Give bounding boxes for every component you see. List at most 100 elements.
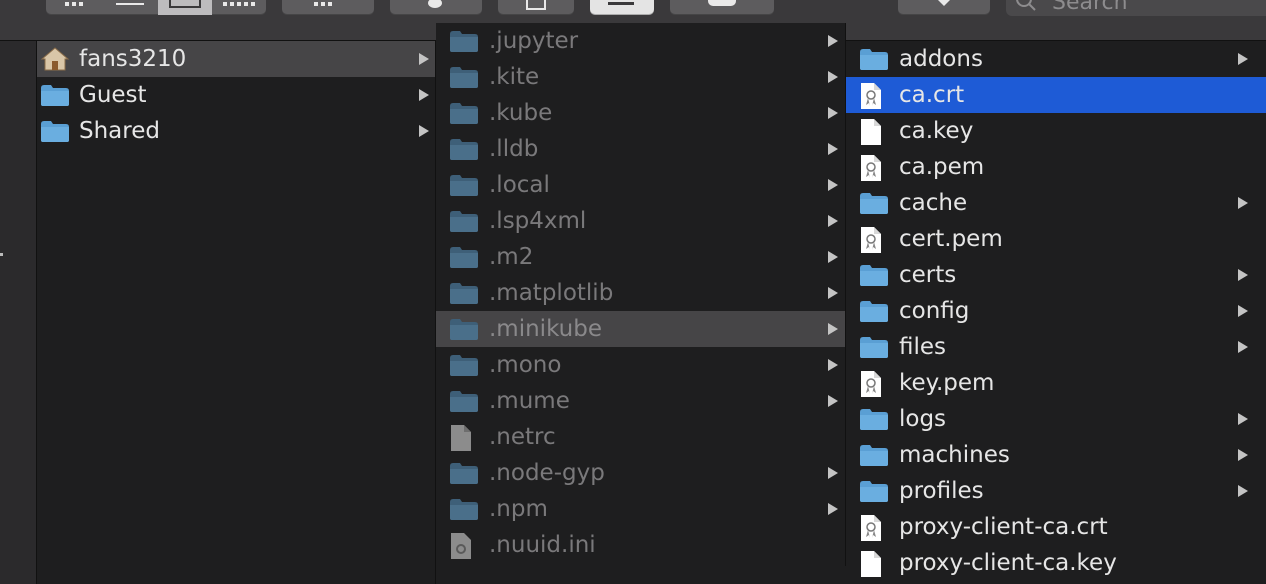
list-item[interactable]: Guest — [37, 77, 435, 113]
disclosure-arrow-icon — [1238, 269, 1248, 281]
list-item[interactable]: key.pem — [846, 365, 1266, 401]
list-item[interactable]: .local — [436, 167, 845, 203]
list-item[interactable]: machines — [846, 437, 1266, 473]
action-button[interactable] — [390, 0, 482, 15]
item-label: Guest — [79, 82, 147, 108]
folder-icon — [449, 460, 479, 490]
item-label: config — [899, 298, 970, 324]
disclosure-arrow-icon — [828, 107, 838, 119]
list-item[interactable]: cache — [846, 185, 1266, 221]
list-item[interactable]: .m2 — [436, 239, 845, 275]
list-item[interactable]: .node-gyp — [436, 455, 845, 491]
sidebar-edge[interactable] — [0, 41, 37, 584]
list-item[interactable]: fans3210 — [37, 41, 435, 77]
disclosure-arrow-icon — [1238, 53, 1248, 65]
list-item[interactable]: addons — [846, 41, 1266, 77]
share-button[interactable] — [498, 0, 574, 15]
finder-column-2[interactable]: .jupyter .kite .kube .lldb .local .lsp4xml .m2… — [436, 23, 846, 566]
column-view-button[interactable] — [158, 0, 212, 15]
list-item[interactable]: config — [846, 293, 1266, 329]
list-item[interactable]: ca.crt — [846, 77, 1266, 113]
item-label: Shared — [79, 118, 160, 144]
list-item[interactable]: .npm — [436, 491, 845, 527]
list-item[interactable]: ca.pem — [846, 149, 1266, 185]
folder-icon — [449, 172, 479, 202]
item-label: fans3210 — [79, 46, 187, 72]
sidebar-edge-mark — [0, 253, 3, 256]
disclosure-arrow-icon — [1238, 197, 1248, 209]
list-item[interactable]: proxy-client-ca.crt — [846, 509, 1266, 545]
item-label: machines — [899, 442, 1010, 468]
list-item[interactable]: Shared — [37, 113, 435, 149]
gallery-view-button[interactable] — [212, 0, 266, 15]
column-view-icon — [169, 0, 201, 8]
list-item[interactable]: .jupyter — [436, 23, 845, 59]
list-item[interactable]: .kube — [436, 95, 845, 131]
gear-icon — [428, 0, 442, 8]
list-item[interactable]: files — [846, 329, 1266, 365]
item-label: .kite — [489, 64, 540, 90]
folder-icon — [449, 136, 479, 166]
certificate-icon — [859, 154, 883, 186]
disclosure-arrow-icon — [1238, 341, 1248, 353]
folder-icon — [859, 406, 889, 436]
item-label: certs — [899, 262, 957, 288]
disclosure-arrow-icon — [828, 179, 838, 191]
folder-icon — [449, 28, 479, 58]
list-view-button[interactable] — [102, 0, 158, 15]
item-label: .kube — [489, 100, 553, 126]
disclosure-arrow-icon — [1238, 485, 1248, 497]
search-input[interactable]: Search — [1006, 0, 1266, 16]
list-item[interactable]: logs — [846, 401, 1266, 437]
tags-button[interactable] — [590, 0, 654, 15]
home-folder-icon — [40, 46, 70, 76]
list-item[interactable]: .kite — [436, 59, 845, 95]
group-button[interactable] — [282, 0, 374, 15]
list-item[interactable]: proxy-client-ca.key — [846, 545, 1266, 581]
list-item[interactable]: cert.pem — [846, 221, 1266, 257]
disclosure-arrow-icon — [828, 35, 838, 47]
disclosure-arrow-icon — [1238, 413, 1248, 425]
list-item[interactable]: .mono — [436, 347, 845, 383]
finder-column-1[interactable]: fans3210 Guest Shared — [37, 41, 436, 584]
item-label: profiles — [899, 478, 984, 504]
folder-icon — [449, 388, 479, 418]
document-icon — [859, 118, 883, 150]
disclosure-arrow-icon — [419, 53, 429, 65]
dropbox-button[interactable] — [898, 0, 990, 15]
folder-icon — [449, 280, 479, 310]
list-item[interactable]: profiles — [846, 473, 1266, 509]
item-label: ca.pem — [899, 154, 985, 180]
folder-icon — [449, 244, 479, 274]
list-item[interactable]: certs — [846, 257, 1266, 293]
list-item[interactable]: .minikube — [436, 311, 845, 347]
document-icon — [449, 424, 473, 456]
share-icon — [526, 0, 546, 10]
list-item[interactable]: ca.key — [846, 113, 1266, 149]
folder-icon — [449, 496, 479, 526]
folder-icon — [859, 478, 889, 508]
disclosure-arrow-icon — [1238, 449, 1248, 461]
item-label: .m2 — [489, 244, 534, 270]
list-item[interactable]: .netrc — [436, 419, 845, 455]
folder-icon — [859, 190, 889, 220]
folder-icon — [449, 316, 479, 346]
list-item[interactable]: .matplotlib — [436, 275, 845, 311]
item-label: .matplotlib — [489, 280, 614, 306]
settings-document-icon — [449, 532, 473, 564]
finder-column-3[interactable]: addons ca.crt ca.key ca.pem cache cert.pem cer… — [846, 41, 1266, 584]
gallery-view-icon — [223, 1, 255, 6]
item-label: cert.pem — [899, 226, 1003, 252]
list-item[interactable]: .nuuid.ini — [436, 527, 845, 563]
item-label: .netrc — [489, 424, 556, 450]
item-label: .npm — [489, 496, 548, 522]
icon-view-button[interactable] — [46, 0, 102, 15]
list-item[interactable]: .lldb — [436, 131, 845, 167]
preview-button[interactable] — [670, 0, 774, 15]
item-label: .local — [489, 172, 550, 198]
disclosure-arrow-icon — [828, 359, 838, 371]
folder-icon — [449, 64, 479, 94]
list-item[interactable]: .lsp4xml — [436, 203, 845, 239]
item-label: proxy-client-ca.crt — [899, 514, 1108, 540]
list-item[interactable]: .mume — [436, 383, 845, 419]
